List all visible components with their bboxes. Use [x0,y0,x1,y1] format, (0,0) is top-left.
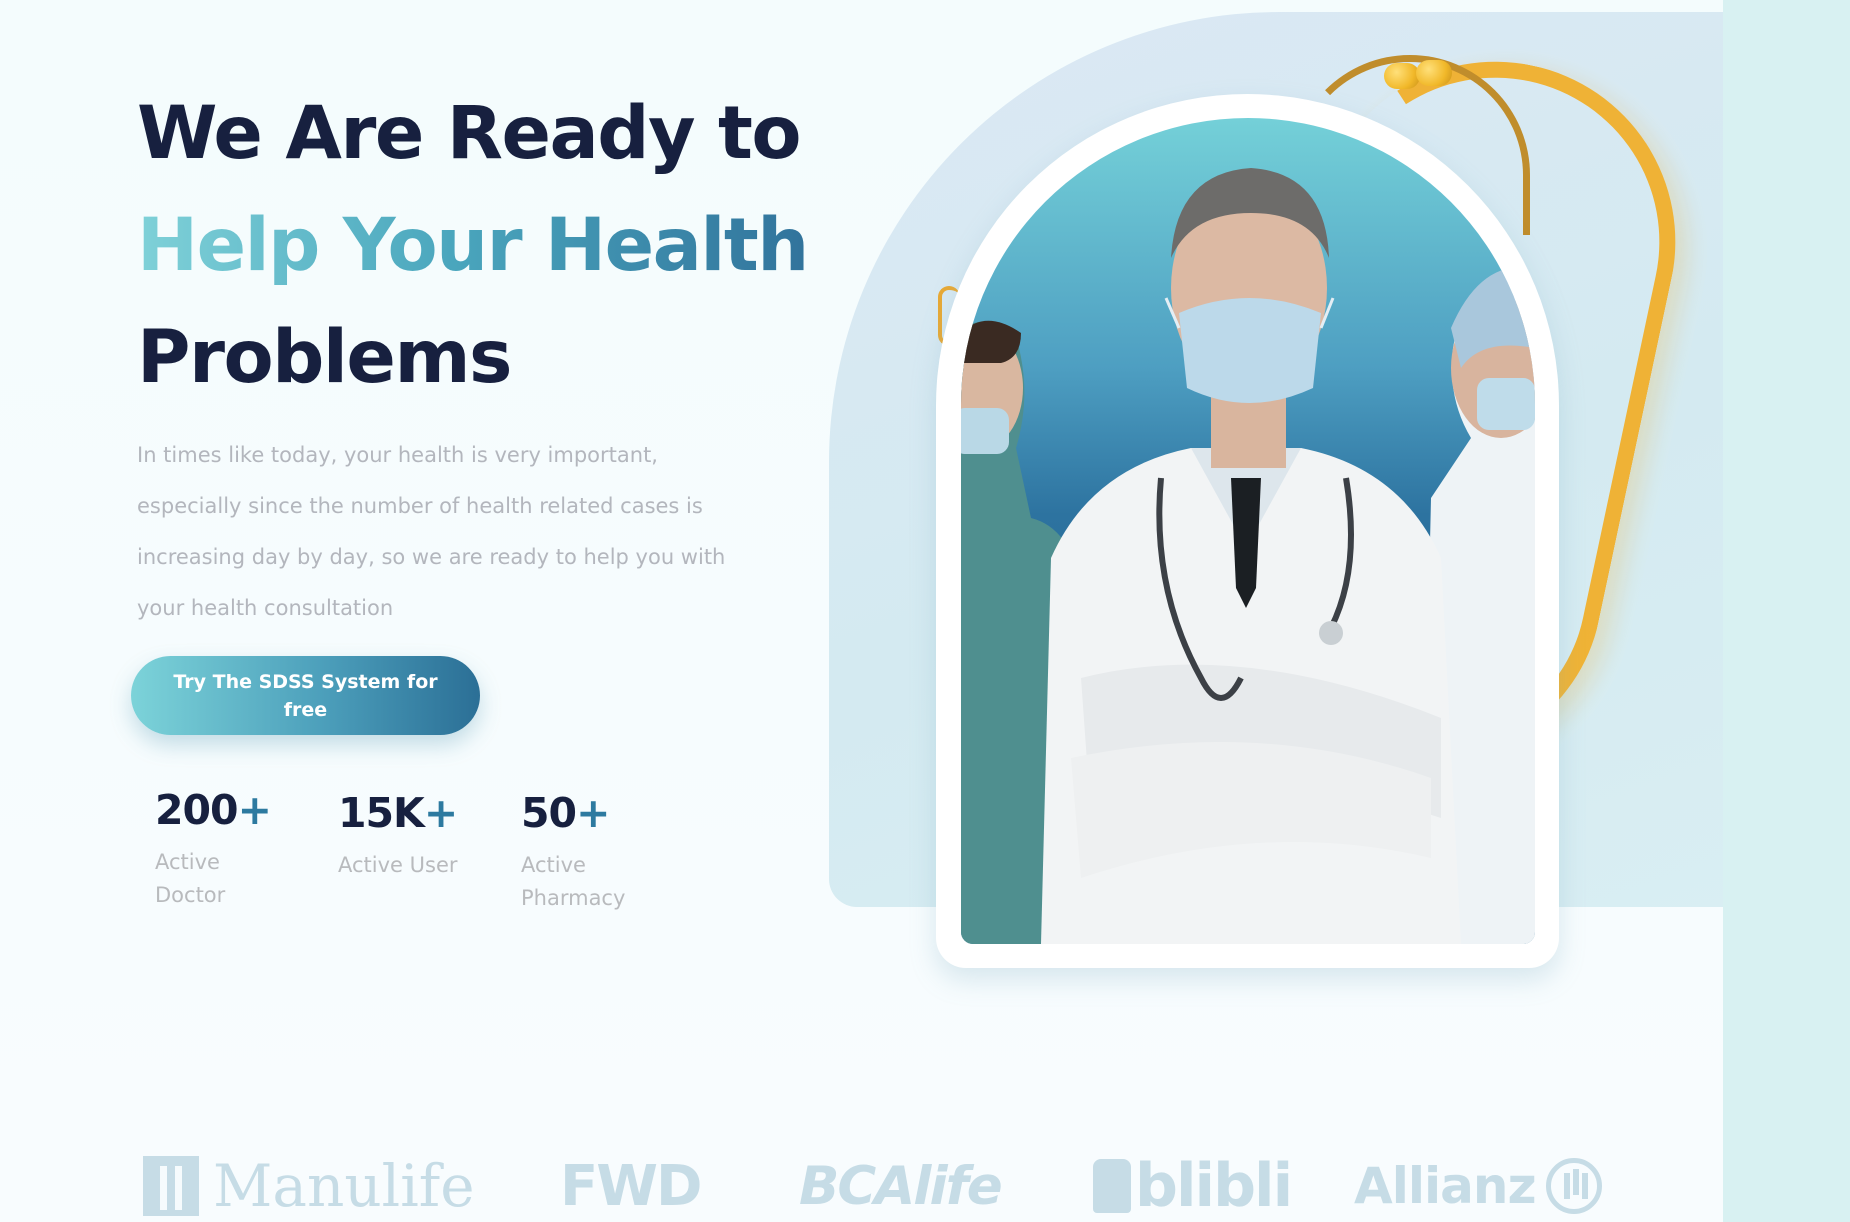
stat-value: 200+ [155,786,272,834]
stat-active-doctor: 200+ Active Doctor [155,786,305,912]
partner-logos-row: Manulife FWD BCAlife blibli Allianz [0,1150,1723,1222]
try-sdss-free-button[interactable]: Try The SDSS System for free [131,656,480,735]
headline-line-3: Problems [137,315,512,400]
stethoscope-earpiece-icon [1384,63,1420,89]
stat-label: Active Pharmacy [521,853,626,910]
stethoscope-earpiece-icon [1416,60,1452,86]
allianz-logo-icon [1545,1158,1602,1214]
doctor-illustration [961,168,1535,944]
partner-name: BCAlife [799,1155,1003,1217]
hero-lead-paragraph: In times like today, your health is very… [137,443,726,620]
manulife-logo-icon [143,1156,199,1216]
partner-manulife-logo: Manulife [143,1150,475,1222]
partner-fwd-logo: FWD [560,1150,703,1222]
hero-page: We Are Ready to Help Your Health Problem… [0,0,1723,1222]
stat-value: 50+ [521,789,610,837]
partner-allianz-logo: Allianz [1354,1150,1602,1222]
hero-headline: We Are Ready to Help Your Health Problem… [137,78,837,414]
partner-name: Allianz [1354,1157,1537,1215]
partner-blibli-logo: blibli [1093,1150,1293,1222]
headline-line-1: We Are Ready to [137,91,802,176]
stat-active-pharmacy: 50+ Active Pharmacy [521,789,671,915]
stat-label: Active User [338,853,458,877]
partner-bcalife-logo: BCAlife [799,1150,1003,1222]
partner-name: blibli [1135,1151,1293,1221]
blibli-bag-icon [1093,1159,1131,1213]
right-edge-panel [1723,0,1850,1222]
partner-name: FWD [560,1153,703,1219]
stat-active-user: 15K+ Active User [338,789,488,882]
headline-line-2-accent: Help Your Health [137,190,837,302]
partner-name: Manulife [213,1152,475,1220]
doctor-photo [961,118,1535,944]
stat-value: 15K+ [338,789,458,837]
stat-label: Active Doctor [155,850,226,907]
